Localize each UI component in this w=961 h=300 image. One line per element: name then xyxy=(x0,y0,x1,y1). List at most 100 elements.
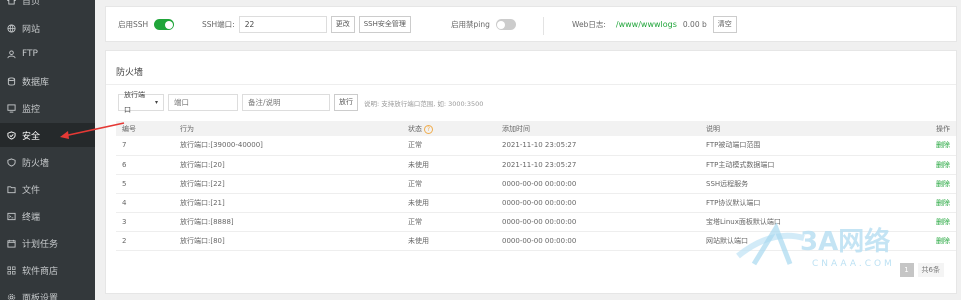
cell-desc[interactable]: SSH远程服务 xyxy=(700,174,900,194)
cell-status: 正常 xyxy=(402,136,496,156)
sidebar-item-store[interactable]: 软件商店 xyxy=(0,258,95,282)
weblog-label: Web日志: xyxy=(572,20,606,29)
shield-icon xyxy=(6,130,16,140)
sidebar-item-cron[interactable]: 计划任务 xyxy=(0,231,95,255)
sidebar-item-website[interactable]: 网站 xyxy=(0,16,95,40)
folder-icon xyxy=(6,184,16,194)
cell-time: 2021-11-10 23:05:27 xyxy=(496,155,700,175)
chevron-down-icon: ▾ xyxy=(154,99,158,106)
cell-action: 放行端口:[21] xyxy=(174,193,402,213)
user-icon xyxy=(6,49,16,59)
watermark-logo: 3A网络 CNAAA.COM xyxy=(736,222,895,269)
cell-id: 4 xyxy=(116,193,174,213)
cell-status: 正常 xyxy=(402,174,496,194)
col-header-status-label: 状态 xyxy=(408,124,422,133)
divider xyxy=(106,84,956,85)
table-row: 7 放行端口:[39000-40000] 正常 2021-11-10 23:05… xyxy=(116,136,956,156)
cell-time: 0000-00-00 00:00:00 xyxy=(496,174,700,194)
sidebar-item-label: 安全 xyxy=(22,131,41,142)
delete-link[interactable]: 删除 xyxy=(900,193,956,213)
sidebar-item-label: 软件商店 xyxy=(22,266,59,277)
sidebar-item-firewall[interactable]: 防火墙 xyxy=(0,150,95,174)
table-row: 6 放行端口:[20] 未使用 2021-11-10 23:05:27 FTP主… xyxy=(116,155,956,175)
home-icon xyxy=(6,0,16,5)
rule-type-value: 放行端口 xyxy=(124,90,145,114)
weblog-path[interactable]: /www/wwwlogs xyxy=(616,20,677,29)
sidebar-item-database[interactable]: 数据库 xyxy=(0,69,95,93)
ssh-enable-label: 启用SSH xyxy=(118,20,149,29)
help-icon[interactable]: ? xyxy=(424,124,433,134)
cell-desc[interactable]: FTP主动模式数据端口 xyxy=(700,155,900,175)
col-header-status: 状态? xyxy=(402,121,496,136)
sidebar-item-terminal[interactable]: 终端 xyxy=(0,204,95,228)
col-header-op: 操作 xyxy=(900,121,956,136)
sidebar-item-label: 网站 xyxy=(22,24,41,35)
delete-link[interactable]: 删除 xyxy=(900,155,956,175)
remark-input[interactable] xyxy=(242,94,330,111)
calendar-icon xyxy=(6,238,16,248)
sidebar-item-label: 数据库 xyxy=(22,77,50,88)
firewall-controls: 放行端口 ▾ 放行 说明: 支持放行端口范围, 如: 3000:3500 xyxy=(118,91,484,114)
cell-action: 放行端口:[39000-40000] xyxy=(174,136,402,156)
grid-icon xyxy=(6,265,16,275)
allow-button[interactable]: 放行 xyxy=(334,94,358,111)
database-icon xyxy=(6,76,16,86)
ping-label: 启用禁ping xyxy=(451,20,490,29)
delete-link[interactable]: 删除 xyxy=(900,136,956,156)
monitor-icon xyxy=(6,103,16,113)
ping-toggle[interactable] xyxy=(495,19,516,30)
cell-desc[interactable]: FTP协议默认端口 xyxy=(700,193,900,213)
col-header-action: 行为 xyxy=(174,121,402,136)
cell-status: 未使用 xyxy=(402,231,496,251)
sidebar-item-files[interactable]: 文件 xyxy=(0,177,95,201)
cell-time: 0000-00-00 00:00:00 xyxy=(496,231,700,251)
red-arrow-annotation xyxy=(60,122,125,139)
firewall-hint: 说明: 支持放行端口范围, 如: 3000:3500 xyxy=(364,99,484,108)
col-header-time: 添加时间 xyxy=(496,121,700,136)
ssh-port-label: SSH端口: xyxy=(202,20,235,29)
sidebar-item-label: 防火墙 xyxy=(22,158,50,169)
weblog-clear-button[interactable]: 清空 xyxy=(712,16,737,33)
rule-type-select[interactable]: 放行端口 ▾ xyxy=(118,91,164,114)
ssh-port-group: SSH端口: 22 更改 SSH安全管理 xyxy=(202,16,411,33)
terminal-icon xyxy=(6,211,16,221)
cell-status: 未使用 xyxy=(402,193,496,213)
cell-desc[interactable]: FTP被动端口范围 xyxy=(700,136,900,156)
sidebar-item-settings[interactable]: 面板设置 xyxy=(0,285,95,300)
ssh-security-manage-button[interactable]: SSH安全管理 xyxy=(358,16,411,33)
cell-status: 正常 xyxy=(402,212,496,232)
cell-action: 放行端口:[8888] xyxy=(174,212,402,232)
cell-time: 0000-00-00 00:00:00 xyxy=(496,193,700,213)
firewall-icon xyxy=(6,157,16,167)
delete-link[interactable]: 删除 xyxy=(900,174,956,194)
sidebar-item-ftp[interactable]: FTP xyxy=(0,42,95,66)
sidebar-item-label: 计划任务 xyxy=(22,239,59,250)
watermark-domain: CNAAA.COM xyxy=(812,259,895,269)
cell-id: 6 xyxy=(116,155,174,175)
cell-status: 未使用 xyxy=(402,155,496,175)
sidebar-item-label: 文件 xyxy=(22,185,41,196)
sidebar-item-monitor[interactable]: 监控 xyxy=(0,96,95,120)
col-header-desc: 说明 xyxy=(700,121,900,136)
sidebar: 首页 网站 FTP 数据库 监控 安全 防火墙 文件 终端 计划任务 软件商店 xyxy=(0,0,95,300)
weblog-size: 0.00 b xyxy=(682,20,707,29)
port-input[interactable] xyxy=(168,94,238,111)
ssh-enable-group: 启用SSH xyxy=(118,19,175,30)
ssh-port-change-button[interactable]: 更改 xyxy=(330,16,355,33)
cell-id: 3 xyxy=(116,212,174,232)
ssh-port-input[interactable]: 22 xyxy=(238,16,327,33)
ssh-enable-toggle[interactable] xyxy=(154,19,175,30)
table-header-row: 编号 行为 状态? 添加时间 说明 操作 xyxy=(116,121,956,136)
cell-action: 放行端口:[22] xyxy=(174,174,402,194)
cell-action: 放行端口:[20] xyxy=(174,155,402,175)
sidebar-item-label: 面板设置 xyxy=(22,293,59,300)
ping-group: 启用禁ping xyxy=(451,19,516,30)
sidebar-item-label: 终端 xyxy=(22,212,41,223)
sidebar-item-label: 首页 xyxy=(22,0,41,7)
sidebar-item-home[interactable]: 首页 xyxy=(0,0,95,12)
gear-icon xyxy=(6,292,16,300)
table-row: 5 放行端口:[22] 正常 0000-00-00 00:00:00 SSH远程… xyxy=(116,174,956,194)
globe-icon xyxy=(6,23,16,33)
firewall-title: 防火墙 xyxy=(116,68,144,78)
cell-id: 5 xyxy=(116,174,174,194)
